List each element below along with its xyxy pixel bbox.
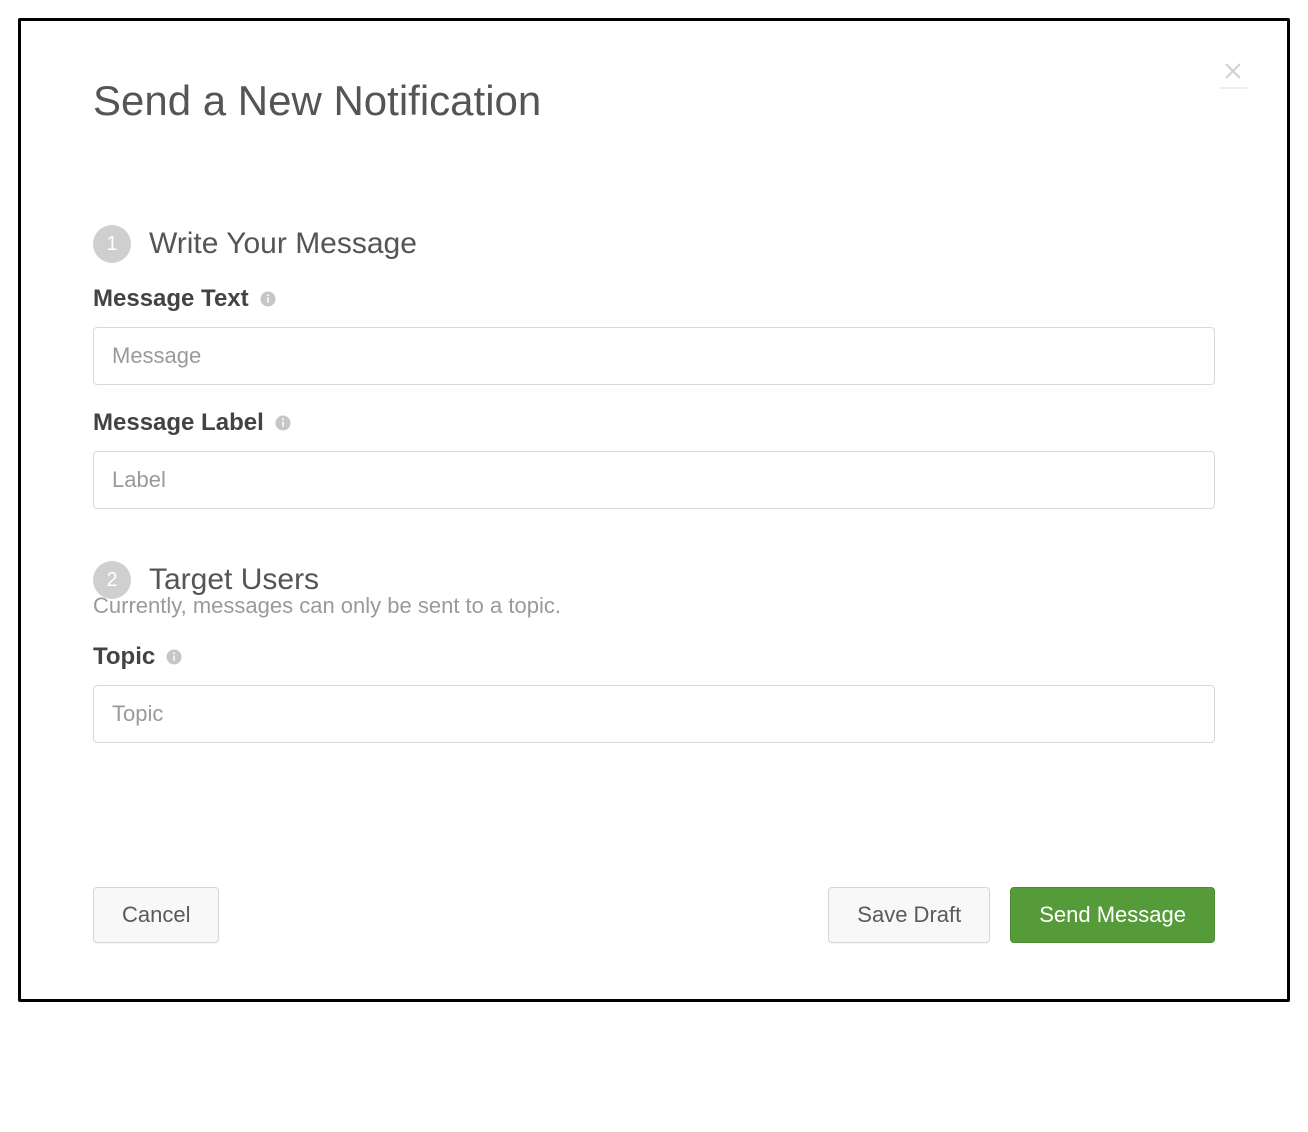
topic-input[interactable] <box>93 685 1215 743</box>
step-1-header: 1 Write Your Message <box>93 225 1215 263</box>
dialog-title: Send a New Notification <box>93 77 1215 125</box>
close-underline <box>1219 87 1247 89</box>
message-label-label: Message Label <box>93 409 264 437</box>
info-icon[interactable] <box>165 648 183 666</box>
step-1-title: Write Your Message <box>149 227 417 261</box>
message-text-input[interactable] <box>93 327 1215 385</box>
topic-label: Topic <box>93 643 155 671</box>
dialog-footer: Cancel Save Draft Send Message <box>93 839 1215 943</box>
topic-field: Topic <box>93 643 1215 743</box>
message-label-field: Message Label <box>93 409 1215 509</box>
close-icon[interactable] <box>1219 57 1247 85</box>
notification-dialog: Send a New Notification 1 Write Your Mes… <box>18 18 1290 1002</box>
step-1-badge: 1 <box>93 225 131 263</box>
message-label-input[interactable] <box>93 451 1215 509</box>
info-icon[interactable] <box>259 290 277 308</box>
send-message-button[interactable]: Send Message <box>1010 887 1215 943</box>
step-2-title: Target Users <box>149 563 319 597</box>
cancel-button[interactable]: Cancel <box>93 887 219 943</box>
message-text-label: Message Text <box>93 285 249 313</box>
message-text-field: Message Text <box>93 285 1215 385</box>
save-draft-button[interactable]: Save Draft <box>828 887 990 943</box>
info-icon[interactable] <box>274 414 292 432</box>
step-2-subtitle: Currently, messages can only be sent to … <box>93 593 1215 619</box>
